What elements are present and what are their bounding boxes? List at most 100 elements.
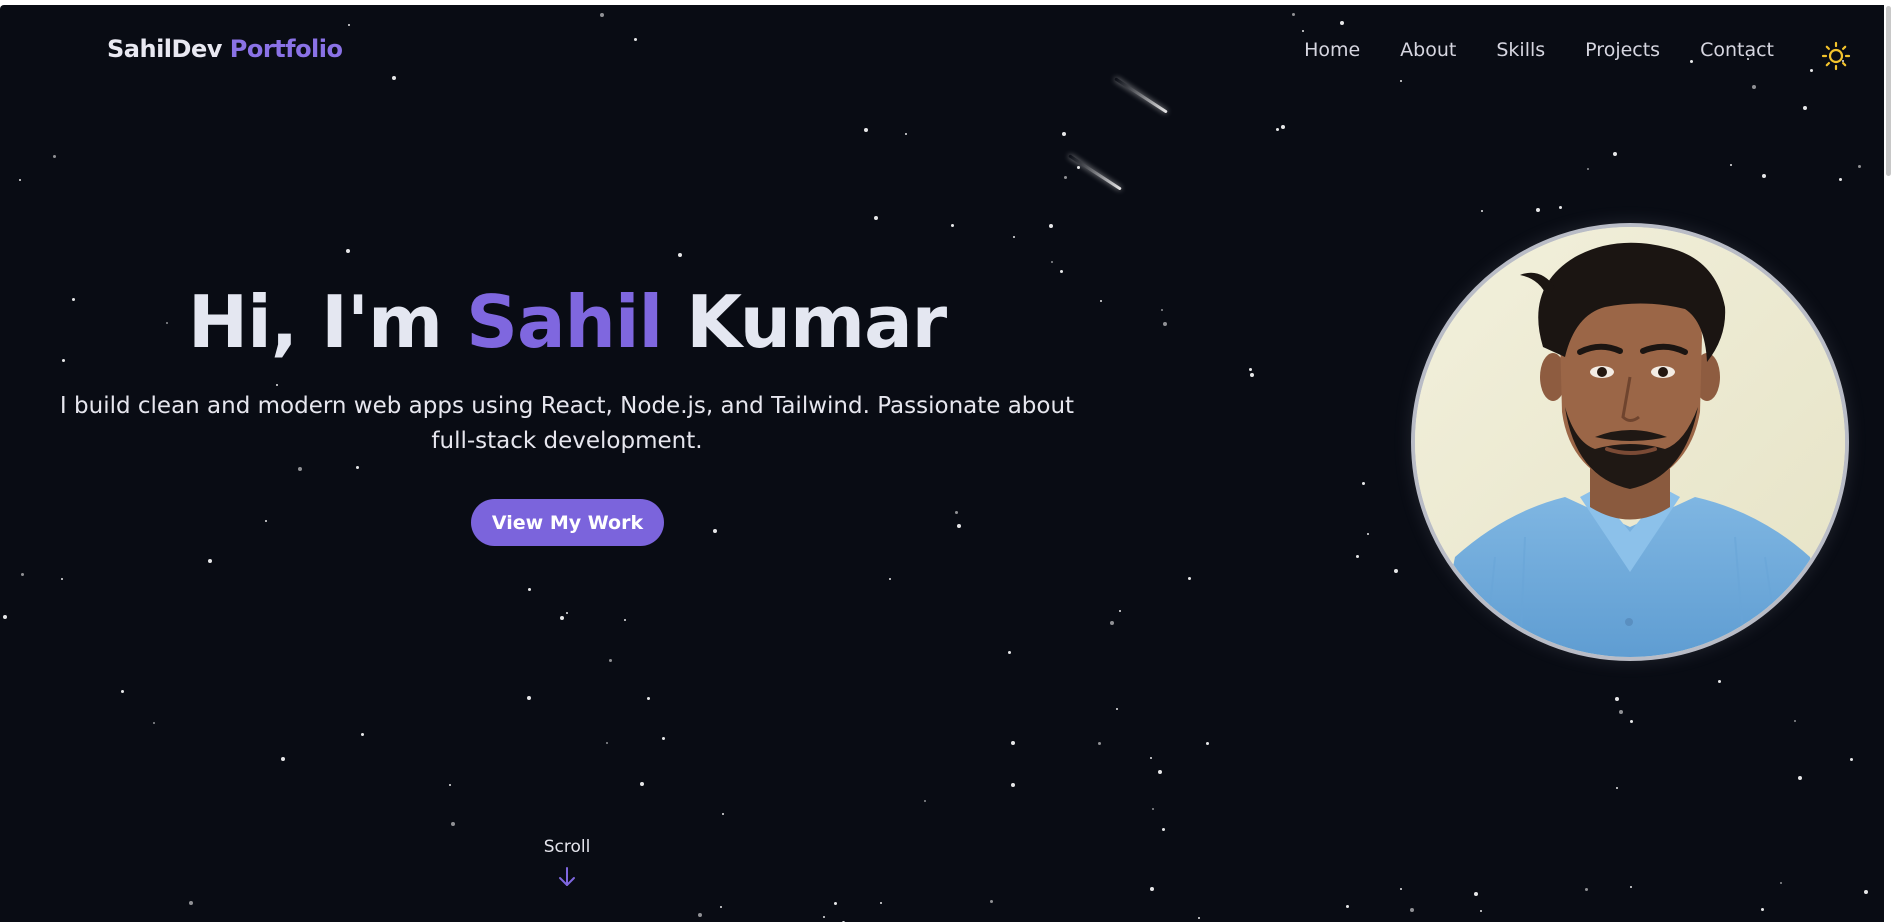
- brand-logo[interactable]: SahilDev Portfolio: [107, 35, 343, 63]
- brand-accent: Portfolio: [229, 35, 343, 63]
- scroll-indicator[interactable]: Scroll: [517, 837, 617, 889]
- star: [834, 902, 837, 905]
- star: [1803, 106, 1807, 110]
- star: [1356, 555, 1359, 558]
- star: [647, 697, 650, 700]
- nav-item-contact[interactable]: Contact: [1700, 39, 1774, 61]
- star: [1162, 828, 1165, 831]
- star: [1049, 224, 1053, 228]
- scroll-label: Scroll: [543, 837, 591, 857]
- star: [61, 578, 63, 580]
- star: [527, 696, 531, 700]
- star: [678, 253, 682, 257]
- star: [1292, 13, 1295, 16]
- scrollbar-thumb[interactable]: [1886, 6, 1891, 176]
- star: [957, 524, 961, 528]
- star: [1281, 125, 1285, 129]
- profile-avatar: [1411, 223, 1849, 661]
- nav-item-projects[interactable]: Projects: [1585, 39, 1660, 61]
- star: [1163, 322, 1167, 326]
- star: [1858, 165, 1861, 168]
- star: [265, 520, 267, 522]
- star: [19, 179, 21, 181]
- hero-subtitle: I build clean and modern web apps using …: [59, 393, 1075, 454]
- star: [1410, 908, 1414, 912]
- star: [560, 616, 564, 620]
- star: [1400, 888, 1402, 890]
- star: [1362, 482, 1365, 485]
- star: [823, 916, 825, 918]
- star: [1839, 178, 1842, 181]
- star: [392, 76, 396, 80]
- star: [1116, 708, 1118, 710]
- star: [1730, 164, 1732, 166]
- main-nav: Home About Skills Projects Contact: [1304, 39, 1774, 61]
- star: [153, 722, 155, 724]
- star: [874, 216, 878, 220]
- shooting-star: [1114, 77, 1168, 114]
- star: [298, 467, 302, 471]
- star: [1008, 651, 1011, 654]
- star: [356, 466, 359, 469]
- star: [1780, 882, 1782, 884]
- star: [924, 800, 926, 802]
- star: [1060, 270, 1063, 273]
- star: [1077, 166, 1080, 169]
- star: [1619, 710, 1623, 714]
- star: [1152, 808, 1154, 810]
- star: [528, 588, 531, 591]
- star: [449, 784, 451, 786]
- star: [281, 757, 285, 761]
- star: [208, 559, 212, 563]
- star: [121, 690, 124, 693]
- star: [53, 155, 56, 158]
- star: [1150, 757, 1152, 759]
- theme-toggle-button[interactable]: [1820, 40, 1852, 72]
- star: [1587, 168, 1589, 170]
- star: [1188, 577, 1191, 580]
- star: [451, 822, 455, 826]
- star: [606, 742, 608, 744]
- star: [1794, 720, 1796, 722]
- star: [1536, 208, 1540, 212]
- star: [3, 615, 7, 619]
- star: [1051, 261, 1053, 263]
- nav-item-home[interactable]: Home: [1304, 39, 1360, 61]
- star: [1810, 69, 1813, 72]
- star: [348, 24, 350, 26]
- profile-photo: [1415, 227, 1845, 657]
- shooting-star: [1068, 154, 1122, 191]
- arrow-down-icon: [559, 867, 575, 886]
- nav-item-skills[interactable]: Skills: [1496, 39, 1545, 61]
- star: [1064, 176, 1067, 179]
- star: [1864, 890, 1868, 894]
- star: [1400, 80, 1402, 82]
- star: [1011, 741, 1015, 745]
- star: [1198, 917, 1200, 919]
- star: [1158, 770, 1162, 774]
- star: [1367, 533, 1369, 535]
- star: [1119, 610, 1121, 612]
- view-my-work-button[interactable]: View My Work: [471, 499, 664, 546]
- star: [1340, 21, 1344, 25]
- star: [1559, 206, 1562, 209]
- star: [189, 901, 193, 905]
- star: [1249, 368, 1252, 371]
- nav-item-about[interactable]: About: [1400, 39, 1456, 61]
- star: [990, 900, 993, 903]
- star: [1011, 783, 1015, 787]
- star: [1630, 720, 1633, 723]
- page-viewport: SahilDev Portfolio Home About Skills Pro…: [0, 5, 1884, 922]
- star: [1798, 776, 1802, 780]
- hero-heading: Hi, I'm Sahil Kumar: [0, 280, 1134, 364]
- star: [662, 737, 665, 740]
- star: [1761, 908, 1764, 911]
- sun-icon: [1821, 41, 1851, 71]
- star: [1480, 910, 1482, 912]
- star: [889, 578, 891, 580]
- hero-greeting: Hi, I'm: [187, 280, 443, 364]
- star: [1346, 905, 1349, 908]
- star: [1481, 210, 1483, 212]
- star: [1206, 742, 1209, 745]
- star: [346, 249, 350, 253]
